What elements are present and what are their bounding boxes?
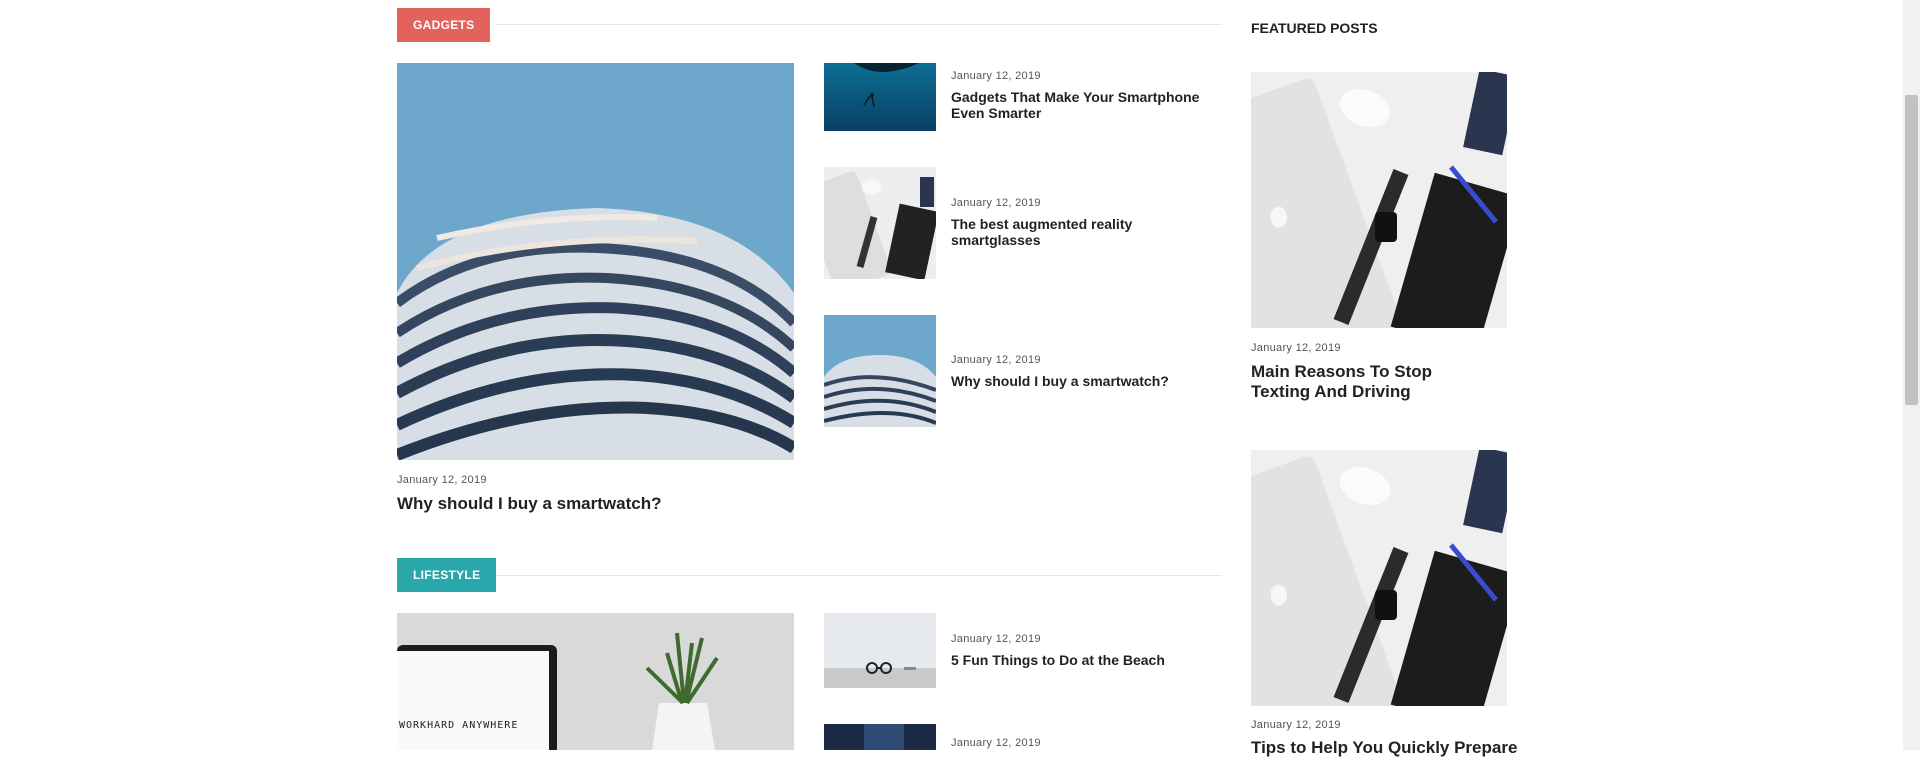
category-badge-lifestyle[interactable]: LIFESTYLE xyxy=(397,558,497,592)
list-item-image[interactable] xyxy=(824,613,936,688)
list-item-image[interactable] xyxy=(824,63,936,131)
list-item-date: January 12, 2019 xyxy=(951,197,1041,209)
featured-post-title[interactable]: Tips to Help You Quickly Prepare xyxy=(1251,738,1517,758)
main-post-date: January 12, 2019 xyxy=(397,474,487,486)
scrollbar-thumb[interactable] xyxy=(1905,95,1918,405)
featured-post-title[interactable]: Main Reasons To Stop Texting And Driving xyxy=(1251,362,1491,402)
list-item-date: January 12, 2019 xyxy=(951,70,1041,82)
list-item-image[interactable] xyxy=(824,315,936,427)
main-post-image[interactable] xyxy=(397,63,794,460)
list-item-date: January 12, 2019 xyxy=(951,633,1041,645)
section-divider xyxy=(497,575,1222,576)
page-scrollbar[interactable] xyxy=(1903,0,1920,750)
list-item-image[interactable] xyxy=(824,724,936,750)
list-item-title[interactable]: Gadgets That Make Your Smartphone Even S… xyxy=(951,89,1211,121)
featured-post-date: January 12, 2019 xyxy=(1251,342,1341,354)
main-post-image[interactable]: WORKHARD ANYWHERE xyxy=(397,613,794,750)
section-divider xyxy=(497,24,1222,25)
list-item-date: January 12, 2019 xyxy=(951,737,1041,749)
featured-post-image[interactable] xyxy=(1251,450,1507,706)
list-item-title[interactable]: 5 Fun Things to Do at the Beach xyxy=(951,652,1211,668)
sidebar-heading: FEATURED POSTS xyxy=(1251,20,1378,36)
featured-post-date: January 12, 2019 xyxy=(1251,719,1341,731)
list-item-image[interactable] xyxy=(824,167,936,279)
main-post-title[interactable]: Why should I buy a smartwatch? xyxy=(397,494,797,514)
category-badge-gadgets[interactable]: GADGETS xyxy=(397,8,491,42)
list-item-title[interactable]: Why should I buy a smartwatch? xyxy=(951,373,1211,389)
featured-post-image[interactable] xyxy=(1251,72,1507,328)
list-item-date: January 12, 2019 xyxy=(951,354,1041,366)
image-text: WORKHARD ANYWHERE xyxy=(399,720,519,731)
list-item-title[interactable]: The best augmented reality smartglasses xyxy=(951,216,1211,248)
